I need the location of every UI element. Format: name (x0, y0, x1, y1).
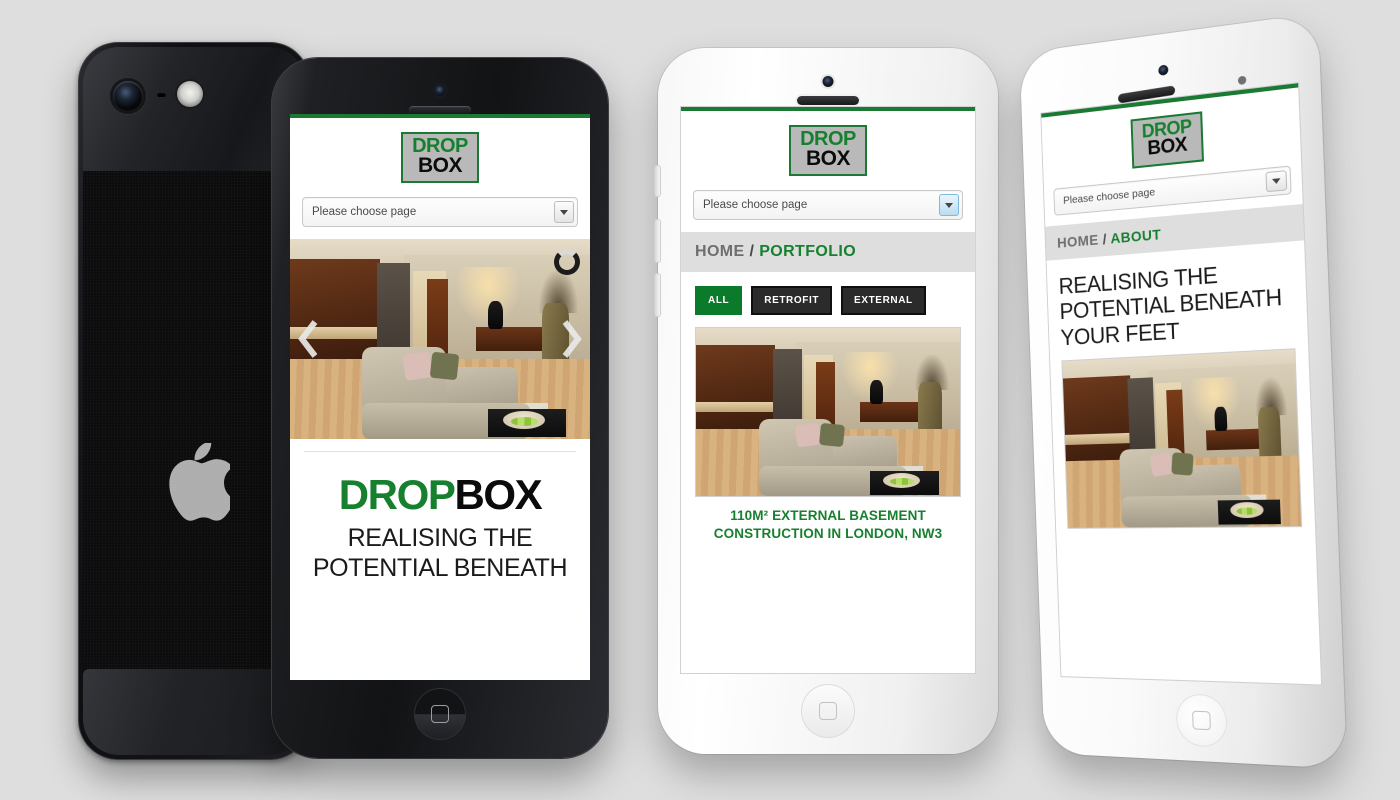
hero-slider-image[interactable] (290, 239, 590, 440)
hero-title-dark: BOX (454, 471, 542, 519)
logo-line-2: BOX (805, 147, 851, 171)
microphone-hole-icon (157, 92, 166, 97)
hero-title: DROPBOX (298, 474, 582, 516)
page-select-value: Please choose page (312, 206, 417, 219)
website-home: DROP BOX Please choose page DROPBOX REAL… (290, 114, 590, 680)
page-select-value: Please choose page (1062, 186, 1156, 207)
about-heading: REALISING THE POTENTIAL BENEATH YOUR FEE… (1047, 240, 1309, 361)
home-square-icon (1192, 710, 1211, 731)
silent-switch[interactable] (655, 166, 660, 196)
volume-down-button[interactable] (655, 274, 660, 316)
chevron-down-icon[interactable] (1265, 169, 1288, 192)
camera-flash-icon (177, 81, 203, 107)
page-select[interactable]: Please choose page (302, 197, 578, 228)
filter-button-all[interactable]: ALL (695, 286, 743, 316)
phone-white-front: DROP BOX Please choose page HOME / PORTF… (655, 48, 998, 754)
phone-black-front: DROP BOX Please choose page DROPBOX REAL… (272, 58, 608, 758)
page-select[interactable]: Please choose page (693, 190, 963, 221)
about-image[interactable] (1061, 348, 1303, 529)
chevron-down-icon[interactable] (939, 194, 959, 217)
portfolio-filters: ALL RETROFIT EXTERNAL (681, 272, 975, 327)
site-logo[interactable]: DROP BOX (290, 118, 590, 195)
home-button[interactable] (1175, 693, 1228, 748)
front-camera-icon (434, 85, 446, 96)
breadcrumb: HOME / PORTFOLIO (681, 232, 975, 273)
screen-middle: DROP BOX Please choose page HOME / PORTF… (680, 106, 976, 674)
breadcrumb-current: ABOUT (1110, 225, 1162, 246)
page-select-wrap: Please choose page (290, 195, 590, 239)
chevron-down-icon[interactable] (554, 201, 574, 224)
phone-white-tilted-wrap: DROP BOX Please choose page HOME / ABOUT… (1019, 12, 1348, 769)
earpiece-speaker-icon (409, 106, 471, 114)
scene: DROP BOX Please choose page DROPBOX REAL… (0, 0, 1400, 800)
front-camera-icon (822, 76, 834, 87)
logo-line-2: BOX (1147, 134, 1188, 161)
site-logo[interactable]: DROP BOX (681, 111, 975, 188)
next-arrow-icon[interactable] (558, 318, 584, 360)
hero-subtitle-line-1: REALISING THE (347, 524, 533, 553)
apple-logo-icon (158, 441, 235, 529)
phone-white-tilted: DROP BOX Please choose page HOME / ABOUT… (1019, 12, 1348, 769)
hero-block: DROPBOX REALISING THE POTENTIAL BENEATH (290, 452, 590, 583)
home-square-icon (431, 705, 449, 723)
page-select-wrap: Please choose page (681, 188, 975, 232)
volume-up-button[interactable] (655, 220, 660, 262)
breadcrumb-separator: / (1102, 229, 1108, 247)
logo-line-2: BOX (417, 154, 463, 178)
hero-subtitle-line-2: POTENTIAL BENEATH (312, 553, 568, 582)
screen-right: DROP BOX Please choose page HOME / ABOUT… (1040, 81, 1323, 686)
home-button[interactable] (801, 684, 855, 738)
front-camera-icon (1158, 64, 1169, 76)
breadcrumb-separator: / (749, 243, 755, 261)
filter-button-retrofit[interactable]: RETROFIT (751, 286, 833, 316)
website-about: DROP BOX Please choose page HOME / ABOUT… (1041, 83, 1322, 685)
filter-button-external[interactable]: EXTERNAL (841, 286, 926, 316)
portfolio-item-caption[interactable]: 110M² EXTERNAL BASEMENT CONSTRUCTION IN … (681, 497, 975, 554)
breadcrumb-current: PORTFOLIO (759, 243, 857, 261)
breadcrumb-home[interactable]: HOME (1057, 231, 1099, 251)
camera-lens-icon (113, 81, 143, 111)
hero-title-green: DROP (338, 471, 456, 519)
prev-arrow-icon[interactable] (296, 318, 322, 360)
website-portfolio: DROP BOX Please choose page HOME / PORTF… (681, 107, 975, 673)
home-square-icon (819, 702, 837, 720)
page-select-value: Please choose page (703, 199, 808, 212)
earpiece-speaker-icon (797, 96, 859, 105)
proximity-sensor-icon (1237, 75, 1247, 86)
screen-left: DROP BOX Please choose page DROPBOX REAL… (290, 114, 590, 680)
portfolio-item-image[interactable] (695, 327, 961, 498)
home-button[interactable] (414, 688, 466, 740)
breadcrumb-home[interactable]: HOME (695, 243, 745, 260)
